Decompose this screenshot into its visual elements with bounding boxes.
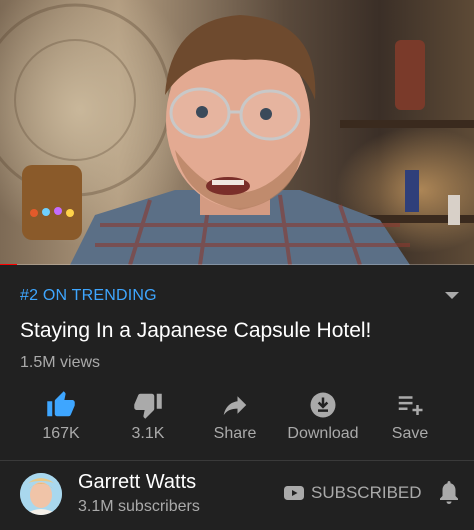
trending-badge[interactable]: #2 ON TRENDING [20, 287, 157, 305]
download-button[interactable]: Download [273, 388, 373, 448]
share-button[interactable]: Share [185, 388, 285, 448]
channel-row: Garrett Watts 3.1M subscribers SUBSCRIBE… [0, 461, 474, 530]
action-bar: 167K 3.1K Share Download Save [0, 388, 474, 448]
video-title: Staying In a Japanese Capsule Hotel! [20, 319, 372, 342]
view-count: 1.5M views [20, 354, 101, 371]
dislike-button[interactable]: 3.1K [98, 388, 198, 448]
save-playlist-icon [398, 396, 423, 415]
video-frame [0, 3, 474, 265]
video-progress-bar[interactable] [0, 264, 474, 265]
like-button[interactable]: 167K [11, 388, 111, 448]
expand-description-icon[interactable] [444, 291, 460, 301]
channel-avatar[interactable] [20, 473, 62, 515]
youtube-play-icon [284, 486, 304, 500]
save-label: Save [391, 425, 429, 442]
subscriber-count: 3.1M subscribers [78, 498, 200, 515]
thumbs-down-icon [134, 393, 162, 419]
thumbs-up-icon [47, 391, 75, 417]
video-progress-fill [0, 264, 17, 265]
download-label: Download [287, 425, 359, 442]
subscribed-button[interactable]: SUBSCRIBED [284, 481, 422, 505]
like-count: 167K [42, 425, 80, 442]
notification-bell-icon[interactable] [437, 479, 461, 505]
dislike-count: 3.1K [131, 425, 165, 442]
download-icon [310, 392, 336, 418]
channel-name[interactable]: Garrett Watts [78, 471, 196, 494]
subscribed-label: SUBSCRIBED [311, 483, 422, 502]
share-icon [223, 396, 247, 415]
save-button[interactable]: Save [360, 388, 460, 448]
video-player[interactable] [0, 0, 474, 265]
avatar-image [20, 473, 62, 515]
share-label: Share [213, 425, 257, 442]
